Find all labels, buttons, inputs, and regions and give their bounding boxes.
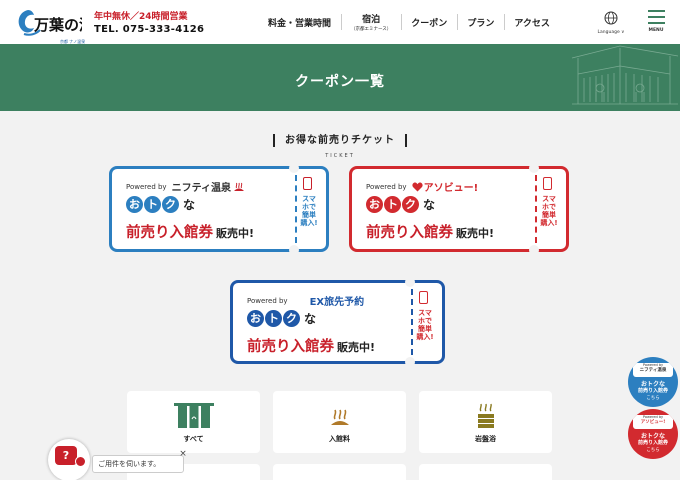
ticket-side-text: スマホで 簡単購入!: [540, 195, 558, 227]
bathhouse-illustration: [571, 45, 679, 105]
site-header: 万葉の湯 京都 ナノ温泉 年中無休／24時間営業 TEL. 075-333-41…: [0, 0, 680, 44]
nav-label: 宿泊: [362, 15, 381, 25]
chat-icon: ?: [55, 446, 77, 465]
phone-number[interactable]: TEL. 075-333-4126: [94, 23, 204, 36]
smartphone-icon: [419, 291, 428, 304]
notification-dot-icon: [75, 456, 86, 467]
badge-line2: 前売り入館券: [637, 440, 668, 446]
category-label: 入館料: [329, 435, 350, 443]
language-switcher[interactable]: Language ∨: [594, 10, 628, 36]
ticket-side-text: スマホで 簡単購入!: [300, 195, 318, 227]
menu-bar-icon: [647, 16, 665, 18]
nav-label: プラン: [467, 18, 495, 29]
page: 万葉の湯 京都 ナノ温泉 年中無休／24時間営業 TEL. 075-333-41…: [0, 0, 680, 480]
chat-greeting-bubble[interactable]: ご用件を伺います。: [92, 455, 184, 473]
asoview-brand: アソビュー!: [423, 183, 479, 194]
menu-bar-icon: [647, 22, 665, 24]
ticket-stub: スマホで 簡単購入!: [411, 289, 434, 355]
smartphone-icon: [303, 177, 312, 190]
badge-line3: こちら: [646, 396, 660, 401]
ticket-stub: スマホで 簡単購入!: [535, 175, 558, 243]
ticket-otoku: お ト ク な: [247, 310, 316, 327]
ex-tabisaki-brand: EX旅先予約: [309, 297, 365, 308]
category-admission[interactable]: 入館料: [273, 391, 406, 453]
onsen-icon: [233, 182, 244, 191]
stone-bath-icon: [477, 403, 494, 428]
nav-label: クーポン: [411, 18, 448, 29]
menu-bar-icon: [647, 10, 665, 12]
language-label: Language ∨: [597, 30, 625, 35]
ticket-otoku: お ト ク な: [366, 196, 435, 213]
heart-icon: [411, 182, 423, 191]
section-heading: お得な前売りチケット TICKET: [0, 128, 680, 159]
ticket-notch: [529, 163, 539, 173]
badge-line3: こちら: [646, 448, 660, 453]
ticket-ex-tabisaki[interactable]: Powered by EX旅先予約 お ト ク な 前売り入館券 販売中! スマホ…: [230, 277, 445, 367]
close-icon[interactable]: ×: [178, 449, 188, 459]
ticket-powered: Powered by ニフティ温泉: [126, 179, 245, 194]
ticket-notch: [405, 277, 415, 287]
category-label: 岩盤浴: [475, 435, 496, 443]
ticket-nifty-onsen[interactable]: Powered by ニフティ温泉 お ト ク な 前売り入館券 販売中! スマホ…: [109, 163, 329, 255]
floating-badge-nifty[interactable]: Powered by ニフティ温泉 おトクな 前売り入館券 こちら: [628, 357, 678, 407]
ticket-headline: 前売り入館券 販売中!: [247, 339, 376, 355]
ticket-stub: スマホで 簡単購入!: [295, 175, 318, 243]
ticket-side-text: スマホで 簡単購入!: [416, 309, 434, 341]
ticket-notch: [289, 163, 299, 173]
nav-item-stay[interactable]: 宿泊 （京都エミナース）: [341, 0, 401, 44]
nav-sublabel: （京都エミナース）: [351, 27, 392, 32]
floating-badge-asoview[interactable]: Powered by アソビュー! おトクな 前売り入館券 こちら: [628, 409, 678, 459]
category-label: すべて: [183, 435, 204, 443]
hot-spring-icon: [330, 409, 349, 425]
ticket-powered: Powered by アソビュー!: [366, 179, 478, 194]
contact-info: 年中無休／24時間営業 TEL. 075-333-4126: [94, 12, 204, 36]
ticket-headline: 前売り入館券 販売中!: [366, 225, 495, 241]
nav-label: アクセス: [514, 18, 550, 29]
category-card-partial[interactable]: [273, 464, 406, 480]
ticket-otoku: お ト ク な: [126, 196, 195, 213]
badge-powered: Powered by アソビュー!: [633, 415, 673, 429]
nav-item-access[interactable]: アクセス: [504, 0, 560, 44]
ticket-powered: Powered by EX旅先予約: [247, 293, 365, 309]
ticket-asoview[interactable]: Powered by アソビュー! お ト ク な 前売り入館券 販売中! スマホ…: [349, 163, 569, 255]
ticket-notch: [405, 357, 415, 367]
ticket-headline: 前売り入館券 販売中!: [126, 225, 255, 241]
category-all[interactable]: すべて: [127, 391, 260, 453]
ticket-notch: [529, 245, 539, 255]
hamburger-menu-button[interactable]: MENU: [643, 10, 669, 36]
nav-item-plan[interactable]: プラン: [457, 0, 504, 44]
noren-icon: [173, 403, 214, 428]
nav-item-pricing[interactable]: 料金・営業時間: [258, 0, 341, 44]
category-stone-bath[interactable]: 岩盤浴: [419, 391, 552, 453]
chat-launcher-button[interactable]: ?: [48, 439, 90, 480]
open-hours: 年中無休／24時間営業: [94, 12, 188, 22]
site-logo[interactable]: 万葉の湯 京都 ナノ温泉: [14, 6, 94, 44]
badge-line2: 前売り入館券: [637, 388, 668, 394]
section-title: お得な前売りチケット: [273, 134, 407, 147]
nav-item-coupon[interactable]: クーポン: [401, 0, 457, 44]
main-nav: 料金・営業時間 宿泊 （京都エミナース） クーポン プラン アクセス: [258, 0, 560, 44]
svg-text:万葉の湯: 万葉の湯: [33, 16, 82, 34]
ticket-notch: [289, 245, 299, 255]
section-subtitle: TICKET: [325, 153, 355, 159]
globe-icon: [604, 11, 618, 25]
smartphone-icon: [543, 177, 552, 190]
page-banner: クーポン一覧: [0, 44, 680, 111]
nifty-onsen-brand: ニフティ温泉: [171, 183, 231, 194]
category-card-partial[interactable]: [419, 464, 552, 480]
nav-label: 料金・営業時間: [268, 18, 332, 29]
badge-powered: Powered by ニフティ温泉: [633, 363, 673, 377]
menu-label: MENU: [648, 28, 664, 33]
